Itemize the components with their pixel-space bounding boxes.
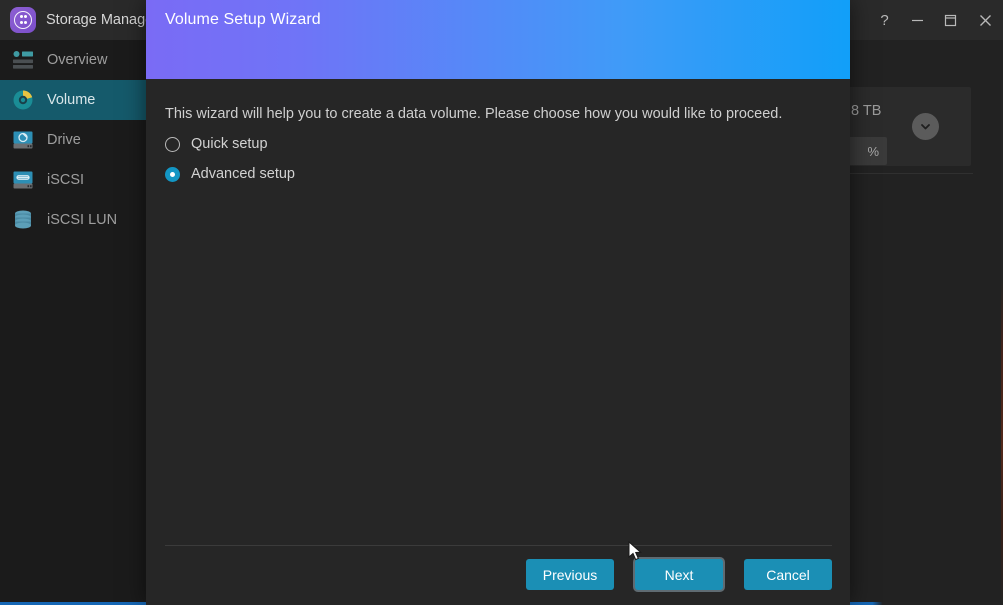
chevron-down-icon: [921, 124, 930, 130]
close-button[interactable]: [967, 0, 1003, 40]
storage-manager-logo-icon: [10, 7, 36, 33]
overview-icon: [13, 51, 33, 69]
help-button[interactable]: ?: [868, 0, 901, 40]
storage-card-expand-button[interactable]: [912, 113, 939, 140]
minimize-icon: [912, 19, 923, 21]
sidebar-item-label: iSCSI LUN: [47, 212, 118, 228]
option-label: Quick setup: [191, 136, 268, 152]
storage-capacity-label: 8 TB: [851, 103, 882, 119]
sidebar-item-label: Overview: [47, 52, 108, 68]
option-quick-setup[interactable]: Quick setup: [165, 136, 268, 152]
next-button[interactable]: Next: [635, 559, 723, 590]
sidebar-item-iscsi[interactable]: iSCSI: [0, 160, 148, 200]
previous-button[interactable]: Previous: [526, 559, 614, 590]
dialog-header: Volume Setup Wizard: [146, 0, 850, 79]
dialog-description: This wizard will help you to create a da…: [165, 106, 783, 122]
cancel-button[interactable]: Cancel: [744, 559, 832, 590]
option-label: Advanced setup: [191, 166, 295, 182]
option-advanced-setup[interactable]: Advanced setup: [165, 166, 295, 182]
footer-button-group: Previous Next Cancel: [526, 559, 832, 590]
radio-button-selected-icon[interactable]: [165, 166, 180, 182]
radio-button-unselected-icon[interactable]: [165, 136, 180, 152]
dialog-title: Volume Setup Wizard: [165, 11, 321, 28]
drive-icon: [13, 131, 33, 149]
footer-divider: [165, 545, 832, 546]
window-title: Storage Manager: [46, 12, 159, 28]
sidebar-item-label: Drive: [47, 132, 81, 148]
sidebar-item-label: iSCSI: [47, 172, 85, 188]
maximize-button[interactable]: [934, 0, 967, 40]
dialog-footer: Previous Next Cancel: [146, 545, 850, 605]
close-icon: [979, 14, 991, 26]
sidebar-item-label: Volume: [47, 92, 96, 108]
dialog-body: This wizard will help you to create a da…: [146, 79, 850, 545]
iscsi-lun-icon: [15, 210, 31, 229]
question-mark-icon: ?: [880, 11, 889, 29]
sidebar-item-drive[interactable]: Drive: [0, 120, 148, 160]
minimize-button[interactable]: [901, 0, 934, 40]
volume-icon: [13, 90, 33, 110]
maximize-icon: [944, 14, 957, 26]
titlebar-brand: Storage Manager: [0, 0, 158, 40]
sidebar-navigation: Overview Volume Drive iSCSI iSCSI LUN: [0, 40, 148, 605]
volume-setup-wizard-dialog: Volume Setup Wizard This wizard will hel…: [146, 0, 850, 605]
iscsi-icon: [13, 171, 33, 189]
application-root: Storage Manager ? Overview Volume Drive …: [0, 0, 1003, 605]
sidebar-item-volume[interactable]: Volume: [0, 80, 148, 120]
sidebar-item-iscsi-lun[interactable]: iSCSI LUN: [0, 200, 148, 240]
window-controls: ?: [868, 0, 1003, 40]
sidebar-item-overview[interactable]: Overview: [0, 40, 148, 80]
